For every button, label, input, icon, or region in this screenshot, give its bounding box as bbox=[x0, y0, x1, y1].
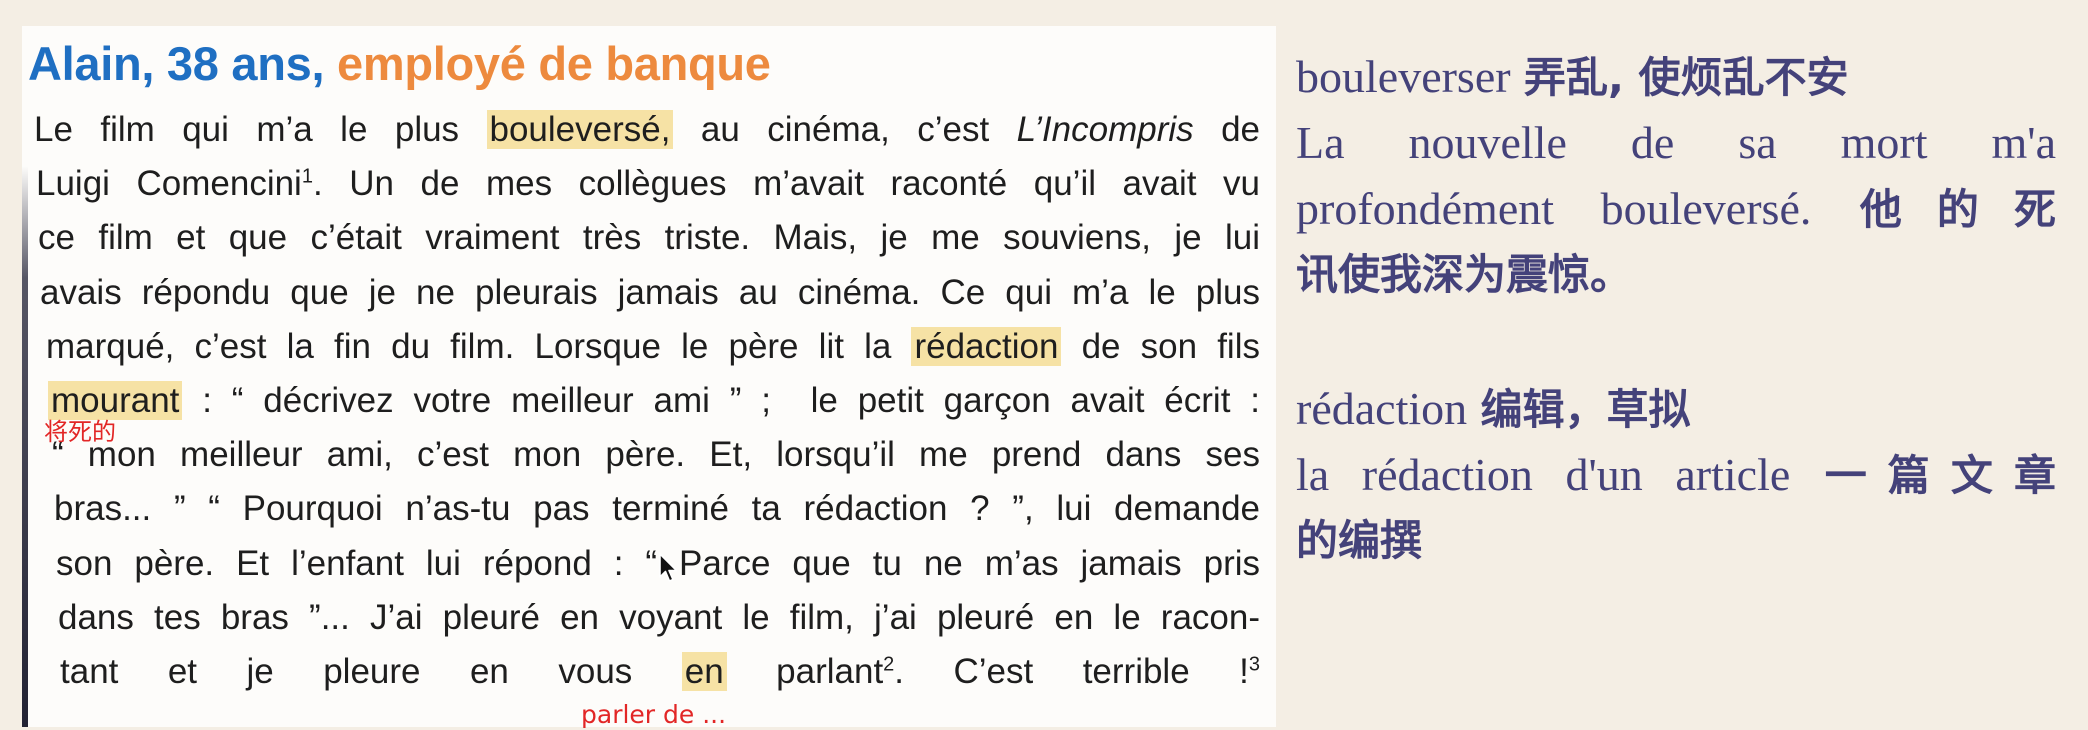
paragraph-text: au cinéma, c’est bbox=[673, 110, 1017, 149]
note-redaction: rédaction 编辑，草拟 bbox=[1296, 376, 2056, 443]
note-bouleverser: bouleverser 弄乱, 使烦乱不安 bbox=[1296, 44, 2056, 111]
paragraph-text: . C’est terrible ! bbox=[894, 652, 1249, 691]
footnote-marker: 2 bbox=[883, 653, 895, 676]
note-meaning-bouleverser: 弄乱, 使烦乱不安 bbox=[1523, 53, 1849, 102]
paragraph-line: mourant : “ décrivez votre meilleur ami … bbox=[48, 379, 1260, 423]
note-meaning-redaction: 编辑，草拟 bbox=[1480, 385, 1691, 434]
scan-binding-shadow bbox=[22, 166, 28, 727]
mouse-pointer-icon bbox=[658, 552, 680, 584]
paragraph-text: avais répondu que je ne pleurais jamais … bbox=[40, 273, 1260, 312]
example1-line2: profondément bouleversé. 他的死 bbox=[1296, 176, 2056, 243]
testimony-heading: Alain, 38 ans, employé de banque bbox=[28, 38, 771, 90]
highlighted-word: rédaction bbox=[911, 327, 1062, 366]
example1-line2-zh: 他的死 bbox=[1859, 185, 2056, 234]
example1-line2-fr: profondément bouleversé. bbox=[1296, 183, 1812, 234]
paragraph-line: avais répondu que je ne pleurais jamais … bbox=[40, 271, 1260, 315]
example2-line1: la rédaction d'un article 一篇文章 bbox=[1296, 442, 2056, 509]
example2-line1-zh: 一篇文章 bbox=[1824, 451, 2056, 500]
highlighted-word: bouleversé, bbox=[486, 110, 674, 149]
annotation-en: parler de ... bbox=[581, 700, 727, 729]
example1-line1-text: La nouvelle de sa mort m'a bbox=[1296, 117, 2056, 168]
paragraph-text: : “ décrivez votre meilleur ami ” ; le p… bbox=[182, 381, 1260, 420]
paragraph-line: dans tes bras ”... J’ai pleuré en voyant… bbox=[58, 596, 1260, 640]
footnote-marker: 1 bbox=[301, 165, 313, 188]
film-title: L’Incompris bbox=[1016, 110, 1194, 149]
example1-line3-zh: 讯使我深为震惊。 bbox=[1296, 250, 1633, 299]
paragraph-line: “ mon meilleur ami, c’est mon père. Et, … bbox=[52, 433, 1260, 477]
note-word-bouleverser: bouleverser bbox=[1296, 51, 1511, 102]
footnote-marker: 3 bbox=[1248, 653, 1260, 676]
paragraph-line: ce film et que c’était vraiment très tri… bbox=[38, 216, 1260, 260]
example2-line2-zh: 的编撰 bbox=[1296, 516, 1423, 565]
paragraph-text: marqué, c’est la fin du film. Lorsque le… bbox=[46, 327, 912, 366]
paragraph-text: Le film qui m’a le plus bbox=[34, 110, 487, 149]
highlighted-word: mourant bbox=[48, 381, 183, 420]
paragraph-line: Luigi Comencini1. Un de mes collègues m’… bbox=[36, 162, 1260, 206]
paragraph-text: de son fils bbox=[1061, 327, 1260, 366]
paragraph-line: marqué, c’est la fin du film. Lorsque le… bbox=[46, 325, 1260, 369]
paragraph-text: Luigi Comencini bbox=[36, 164, 302, 203]
highlighted-word: en bbox=[681, 652, 727, 691]
example2-line2: 的编撰 bbox=[1296, 508, 2056, 574]
example1-line1: La nouvelle de sa mort m'a bbox=[1296, 110, 2056, 177]
paragraph-text: “ mon meilleur ami, c’est mon père. Et, … bbox=[52, 435, 1260, 474]
paragraph-text: ce film et que c’était vraiment très tri… bbox=[38, 218, 1260, 257]
example2-line1-fr: la rédaction d'un article bbox=[1296, 449, 1791, 500]
textbook-scan: Alain, 38 ans, employé de banque Le film… bbox=[22, 26, 1276, 727]
paragraph-line: Le film qui m’a le plus bouleversé, au c… bbox=[34, 108, 1260, 152]
paragraph-text: bras... ” “ Pourquoi n’as-tu pas terminé… bbox=[54, 489, 1260, 528]
example1-line3: 讯使我深为震惊。 bbox=[1296, 242, 2056, 308]
paragraph-text: de bbox=[1193, 110, 1261, 149]
heading-job: employé de banque bbox=[336, 37, 771, 90]
heading-name: Alain, 38 ans, bbox=[28, 37, 325, 90]
paragraph-text: . Un de mes collègues m’avait raconté qu… bbox=[312, 164, 1260, 203]
paragraph-line: bras... ” “ Pourquoi n’as-tu pas terminé… bbox=[54, 487, 1260, 531]
paragraph-text: dans tes bras ”... J’ai pleuré en voyant… bbox=[58, 598, 1260, 637]
note-word-redaction: rédaction bbox=[1296, 383, 1468, 434]
paragraph-text: parlant bbox=[726, 652, 884, 691]
paragraph-line: tant et je pleure en vous en parlant2. C… bbox=[60, 650, 1260, 694]
paragraph-text: tant et je pleure en vous bbox=[60, 652, 682, 691]
annotation-mourant: 将死的 bbox=[44, 418, 116, 446]
